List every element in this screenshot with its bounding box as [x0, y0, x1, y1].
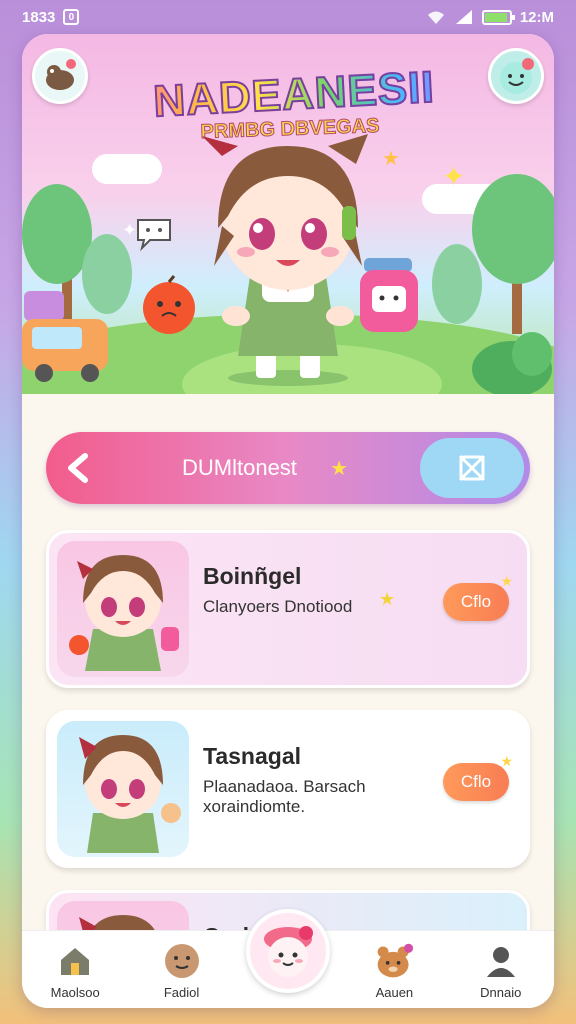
wifi-icon [427, 11, 444, 24]
bear-icon [374, 941, 414, 981]
nav-item-face[interactable]: Fadiol [137, 941, 227, 1000]
nav-center-button[interactable] [246, 909, 330, 993]
jar-icon [360, 258, 418, 332]
tree-decoration [432, 244, 482, 324]
card-thumbnail [57, 721, 189, 857]
chevron-left-icon [68, 453, 88, 483]
nav-item-home[interactable]: Maolsoo [30, 941, 120, 1000]
signal-icon [455, 10, 472, 24]
expand-icon [458, 454, 486, 482]
tree-decoration [472, 174, 554, 284]
hero-banner: NADEANESII PRMBG DBVEGAS ✦ ★ ✦ [22, 34, 554, 394]
card-action-button[interactable]: Cflo [443, 753, 513, 801]
nav-item-bear[interactable]: Aauen [349, 941, 439, 1000]
nav-label: Fadiol [163, 985, 200, 1000]
status-bar: 1833 0 12:M [0, 0, 576, 34]
search-bar[interactable]: DUMltonest ★ [46, 432, 530, 504]
card-title: Boinñgel [203, 563, 302, 589]
sparkle-icon: ✦ [122, 220, 138, 240]
card-thumbnail [57, 541, 189, 677]
filter-button[interactable] [420, 438, 524, 498]
status-right: 12:M [426, 9, 554, 26]
status-time: 1833 [22, 8, 56, 26]
avatar-left[interactable] [32, 48, 88, 104]
profile-icon [481, 941, 521, 981]
notification-icon: 0 [63, 9, 80, 25]
apple-icon [143, 275, 195, 334]
list-item[interactable]: Tasnagal Plaanadaoa. Barsach xoraindiomt… [46, 710, 530, 868]
home-icon [55, 941, 95, 981]
cloud-decoration [92, 154, 162, 184]
card-description: Plaanadaoa. Barsach xoraindiomte. [203, 777, 366, 816]
battery-icon [481, 9, 515, 25]
nav-label: Aauen [375, 985, 414, 1000]
nav-label: Maolsoo [50, 985, 100, 1000]
card-action-button[interactable]: Cflo [443, 573, 513, 621]
search-query-text[interactable]: DUMltonest [110, 455, 330, 481]
smiley-icon [500, 58, 534, 94]
face-icon [162, 941, 202, 981]
avatar-right[interactable] [488, 48, 544, 104]
nav-item-profile[interactable]: Dnnaio [456, 941, 546, 1000]
star-icon: ★ [379, 589, 396, 609]
speech-bubble-icon [137, 219, 171, 252]
card-description: Clanyoers Dnotiood [203, 597, 353, 616]
status-left: 1833 0 [22, 8, 80, 26]
character-thumbnail-icon [69, 555, 179, 671]
status-clock: 12:M [519, 8, 554, 26]
sparkle-icon: ★ [330, 457, 348, 480]
nav-label: Dnnaio [480, 985, 522, 1000]
card-title: Tasnagal [203, 743, 301, 769]
list-item[interactable]: Boinñgel Clanyoers Dnotiood ★ Cflo [46, 530, 530, 688]
back-button[interactable] [46, 432, 110, 504]
bush-decoration [472, 332, 552, 394]
pet-icon [46, 59, 76, 90]
bus-illustration [22, 291, 108, 382]
sparkle-icon: ✦ [442, 161, 466, 192]
bottom-navigation: Maolsoo Fadiol Aauen Dnnaio [22, 909, 554, 1008]
character-thumbnail-icon [79, 735, 181, 853]
center-character-icon [264, 926, 313, 977]
app-frame: NADEANESII PRMBG DBVEGAS ✦ ★ ✦ DUMltones… [22, 34, 554, 1008]
star-icon: ★ [382, 148, 400, 170]
